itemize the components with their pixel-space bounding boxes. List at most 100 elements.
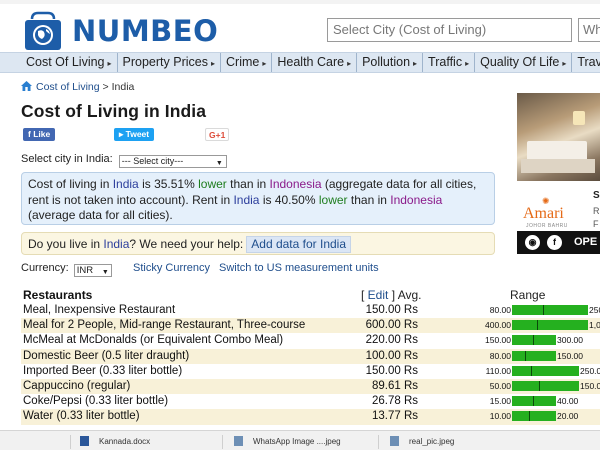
nav-label: Pollution	[362, 55, 411, 69]
download-item[interactable]: Kannada.docx	[80, 436, 150, 446]
city-select-row: Select city in India: --- Select city---…	[21, 153, 227, 168]
range-bar-marker	[525, 350, 526, 361]
range-bar-marker	[529, 411, 530, 422]
ad-lamp	[573, 111, 585, 125]
switch-units-link[interactable]: Switch to US measurement units	[219, 262, 379, 274]
like-label: Like	[33, 129, 51, 139]
downloads-separator	[70, 435, 71, 449]
city-search-input[interactable]: Select City (Cost of Living)	[327, 18, 572, 42]
info-text: is 40.50%	[259, 192, 319, 207]
range-high: 150.00	[580, 380, 600, 391]
range-bar-marker	[543, 305, 544, 315]
facebook-like-button[interactable]: f Like	[23, 128, 56, 141]
chevron-right-icon: ▸	[562, 59, 567, 68]
breadcrumb-current: India	[111, 81, 135, 93]
tweet-button[interactable]: ▸ Tweet	[114, 128, 155, 141]
secondary-search-input[interactable]: Wh	[578, 18, 600, 42]
currency-value: INR	[76, 265, 94, 276]
downloads-separator	[222, 435, 223, 449]
image-file-icon	[234, 436, 243, 446]
range-low: 80.00	[489, 305, 511, 315]
ad-brand-sub: JOHOR BAHRU	[526, 223, 568, 229]
item-price: 150.00 Rs	[365, 364, 418, 377]
table-row: Imported Beer (0.33 liter bottle) 150.00 …	[21, 363, 600, 379]
currency-dropdown[interactable]: INR ▼	[73, 264, 112, 277]
nav-traffic[interactable]: Traffic ▸	[423, 53, 476, 72]
nav-cost-of-living[interactable]: Cost Of Living ▸	[0, 53, 118, 72]
item-name: Imported Beer (0.33 liter bottle)	[23, 364, 183, 377]
hotel-advertisement[interactable]: ✺ Amari JOHOR BAHRU S RF ◉ f ✆ OPE	[517, 93, 600, 260]
item-price: 100.00 Rs	[365, 349, 418, 362]
add-data-button[interactable]: Add data for India	[246, 236, 351, 253]
range-heading: Range	[510, 288, 546, 302]
nav-quality-of-life[interactable]: Quality Of Life ▸	[475, 53, 573, 72]
category-heading: Restaurants	[23, 288, 93, 302]
sticky-currency-link[interactable]: Sticky Currency	[133, 262, 210, 274]
table-row: Cappuccino (regular) 89.61 Rs 50.00 150.00	[21, 378, 600, 395]
nav-health-care[interactable]: Health Care ▸	[272, 53, 358, 72]
city-select-value: --- Select city---	[121, 156, 184, 166]
edit-bracket: [	[361, 288, 368, 302]
range-high: 250.00	[589, 305, 600, 315]
nav-label: Quality Of Life	[480, 55, 560, 69]
country-link[interactable]: India	[113, 177, 139, 191]
download-item[interactable]: real_pic.jpeg	[390, 436, 454, 446]
table-row: Water (0.33 liter bottle) 13.77 Rs 10.00 20…	[21, 409, 600, 425]
breadcrumb-root-link[interactable]: Cost of Living	[36, 81, 100, 93]
numbeo-logo[interactable]: NUMBEO	[22, 8, 222, 52]
ad-side-r1: R	[593, 206, 600, 216]
item-price: 220.00 Rs	[365, 334, 418, 347]
dropdown-arrow-icon: ▼	[101, 269, 109, 276]
amari-logo: ✺ Amari JOHOR BAHRU	[522, 196, 584, 229]
image-file-icon	[390, 436, 399, 446]
nav-label: Cost Of Living	[26, 55, 105, 69]
chevron-right-icon: ▸	[107, 59, 112, 68]
ad-side-text-2: RF	[593, 205, 600, 231]
item-name: Domestic Beer (0.5 liter draught)	[23, 349, 190, 362]
cost-comparison-box: Cost of living in India is 35.51% lower …	[21, 172, 495, 225]
camera-icon[interactable]: ◉	[525, 235, 540, 250]
table-row: Meal for 2 People, Mid-range Restaurant,…	[21, 318, 600, 334]
range-high: 250.00	[580, 365, 600, 376]
facebook-icon: f	[28, 129, 31, 139]
facebook-icon[interactable]: f	[547, 235, 562, 250]
ad-cta[interactable]: OPE	[574, 236, 597, 248]
item-name: McMeal at McDonalds (or Equivalent Combo…	[23, 334, 284, 347]
download-item[interactable]: WhatsApp Image ....jpeg	[234, 436, 341, 446]
range-bar	[512, 380, 579, 391]
item-price: 600.00 Rs	[365, 319, 418, 332]
downloads-separator	[378, 435, 379, 449]
city-select-dropdown[interactable]: --- Select city--- ▼	[118, 155, 227, 168]
nav-label: Traffic	[428, 55, 463, 69]
range-low: 50.00	[489, 380, 511, 391]
range-high: 1,000.00	[589, 320, 600, 331]
nav-pollution[interactable]: Pollution ▸	[357, 53, 424, 72]
logo-text: NUMBEO	[72, 14, 219, 48]
lower-text: lower	[318, 192, 348, 207]
google-plus-button[interactable]: G+1	[205, 128, 230, 141]
home-icon[interactable]	[21, 81, 32, 91]
compare-country-link[interactable]: Indonesia	[270, 177, 322, 191]
ad-hotel-room-image	[517, 93, 600, 181]
range-bar	[512, 335, 556, 346]
country-link[interactable]: India	[103, 237, 129, 251]
edit-link[interactable]: Edit	[368, 288, 389, 302]
nav-travel[interactable]: Travel▸	[572, 53, 600, 72]
avg-heading: ] Avg.	[388, 288, 422, 302]
table-rows: Meal, Inexpensive Restaurant 150.00 Rs 80.…	[21, 303, 600, 425]
nav-property-prices[interactable]: Property Prices ▸	[118, 53, 221, 72]
word-doc-icon	[80, 436, 89, 446]
shopping-bag-globe-icon	[25, 11, 61, 50]
range-bar	[512, 411, 556, 422]
country-link[interactable]: India	[233, 193, 259, 207]
chevron-right-icon: ▸	[262, 59, 267, 68]
main-nav: Cost Of Living ▸ Property Prices ▸ Crime ▸ Hea…	[0, 52, 600, 73]
breadcrumb-separator: >	[102, 81, 109, 93]
compare-country-link[interactable]: Indonesia	[390, 193, 442, 207]
download-item-label: Kannada.docx	[99, 437, 151, 446]
table-row: Coke/Pepsi (0.33 liter bottle) 26.78 Rs 15…	[21, 394, 600, 410]
ad-side-r2: F	[593, 219, 599, 229]
nav-crime[interactable]: Crime ▸	[221, 53, 273, 72]
edit-avg-header: [ Edit ] Avg.	[361, 288, 422, 302]
nav-label: Travel	[577, 55, 600, 69]
